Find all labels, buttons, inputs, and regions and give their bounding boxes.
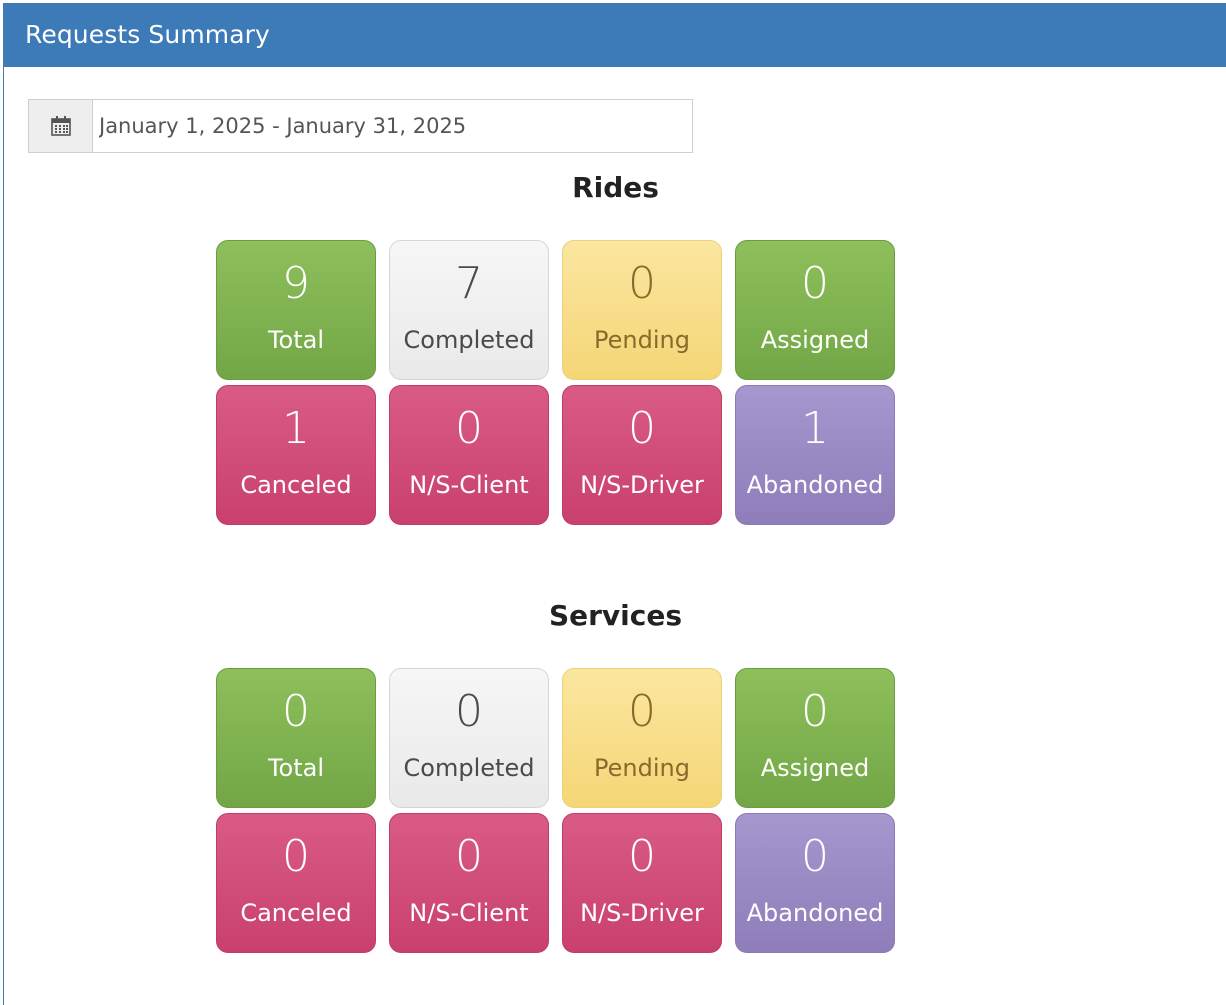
tile-label: N/S-Client [409, 899, 529, 927]
tile-label: Canceled [240, 899, 352, 927]
tile-label: N/S-Driver [580, 471, 704, 499]
services-ns-driver-tile[interactable]: 0 N/S-Driver [562, 813, 722, 953]
services-completed-tile[interactable]: 0 Completed [389, 668, 549, 808]
services-title: Services [548, 599, 683, 632]
tile-label: Completed [403, 754, 535, 782]
tile-value: 1 [282, 403, 310, 454]
tile-label: Total [267, 754, 325, 782]
rides-pending-tile[interactable]: 0 Pending [562, 240, 722, 380]
tile-value: 0 [628, 831, 656, 882]
tile-label: Assigned [760, 754, 870, 782]
services-pending-tile[interactable]: 0 Pending [562, 668, 722, 808]
tile-label: N/S-Client [409, 471, 529, 499]
tile-value: 0 [628, 403, 656, 454]
rides-tiles: 9 Total 7 Completed 0 Pending 0 Assigned… [216, 240, 896, 526]
services-abandoned-tile[interactable]: 0 Abandoned [735, 813, 895, 953]
tile-label: Total [267, 326, 325, 354]
tile-value: 0 [455, 831, 483, 882]
tile-label: Abandoned [746, 471, 884, 499]
date-range-picker[interactable] [28, 99, 693, 153]
tile-value: 0 [801, 686, 829, 737]
panel-title: Requests Summary [25, 20, 270, 49]
services-total-tile[interactable]: 0 Total [216, 668, 376, 808]
services-ns-client-tile[interactable]: 0 N/S-Client [389, 813, 549, 953]
tile-value: 7 [455, 258, 483, 309]
tile-label: Assigned [760, 326, 870, 354]
services-assigned-tile[interactable]: 0 Assigned [735, 668, 895, 808]
services-tiles: 0 Total 0 Completed 0 Pending 0 Assigned… [216, 668, 896, 954]
tile-value: 0 [455, 403, 483, 454]
date-range-input[interactable] [93, 100, 692, 152]
rides-abandoned-tile[interactable]: 1 Abandoned [735, 385, 895, 525]
tile-value: 0 [628, 258, 656, 309]
tile-label: Abandoned [746, 899, 884, 927]
calendar-icon[interactable] [29, 100, 93, 152]
tile-label: N/S-Driver [580, 899, 704, 927]
tile-label: Pending [594, 754, 690, 782]
tile-value: 1 [801, 403, 829, 454]
panel-header: Requests Summary [4, 3, 1226, 67]
tile-value: 0 [282, 686, 310, 737]
rides-assigned-tile[interactable]: 0 Assigned [735, 240, 895, 380]
rides-completed-tile[interactable]: 7 Completed [389, 240, 549, 380]
tile-value: 0 [455, 686, 483, 737]
rides-total-tile[interactable]: 9 Total [216, 240, 376, 380]
rides-title: Rides [572, 171, 659, 204]
rides-ns-driver-tile[interactable]: 0 N/S-Driver [562, 385, 722, 525]
tile-value: 0 [801, 258, 829, 309]
tile-value: 9 [282, 258, 310, 309]
tile-label: Completed [403, 326, 535, 354]
tile-label: Pending [594, 326, 690, 354]
tile-label: Canceled [240, 471, 352, 499]
requests-summary-panel: Requests Summary Rides 9 Total 7 [3, 3, 1226, 1005]
services-canceled-tile[interactable]: 0 Canceled [216, 813, 376, 953]
rides-canceled-tile[interactable]: 1 Canceled [216, 385, 376, 525]
tile-value: 0 [628, 686, 656, 737]
tile-value: 0 [801, 831, 829, 882]
rides-ns-client-tile[interactable]: 0 N/S-Client [389, 385, 549, 525]
tile-value: 0 [282, 831, 310, 882]
